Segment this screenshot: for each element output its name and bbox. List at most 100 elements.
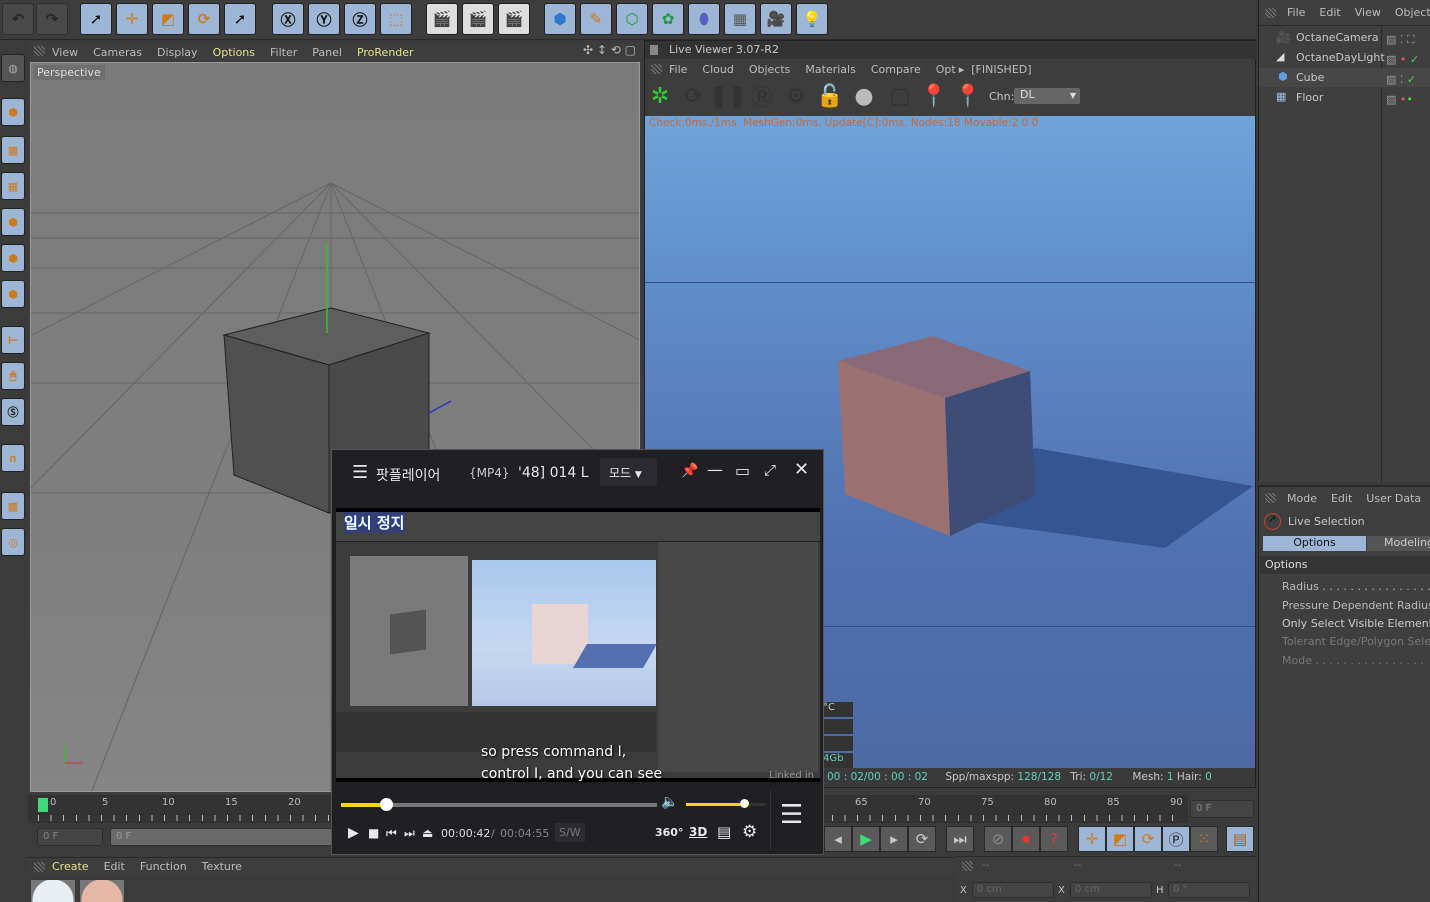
play-icon[interactable]: ▶ xyxy=(852,826,880,852)
obj-menu-view[interactable]: View xyxy=(1355,6,1381,19)
mode-dropdown[interactable]: 모드 ▼ xyxy=(600,458,657,486)
seek-bar[interactable] xyxy=(341,798,657,811)
region-render-icon[interactable]: Ⓡ xyxy=(748,82,776,111)
subdivision-icon[interactable]: ⬡ xyxy=(616,3,648,35)
field-mode[interactable]: Mode . . . . . . . . . . . . . . . . xyxy=(1282,654,1424,667)
mat-menu-create[interactable]: Create xyxy=(52,860,89,873)
field-pressure-radius[interactable]: Pressure Dependent Radius. xyxy=(1282,599,1430,612)
menu-filter[interactable]: Filter xyxy=(270,46,297,59)
x-axis-icon[interactable]: Ⓧ xyxy=(272,3,304,35)
object-flags[interactable]: ▨ ⁚ ⛶ ▨ • ✓ ▨ ⁚ ✓ ▨ •• xyxy=(1386,30,1419,110)
settings-icon[interactable]: ⚙ xyxy=(782,82,810,110)
menu-view[interactable]: View xyxy=(52,46,78,59)
material-pick-icon[interactable]: 📍 xyxy=(954,82,982,110)
camera-icon[interactable]: 🎥 xyxy=(760,3,792,35)
lock-icon[interactable]: 🔓 xyxy=(816,82,844,110)
move-icon[interactable]: ✛ xyxy=(116,3,148,35)
stop-button[interactable]: ■ xyxy=(368,826,379,840)
seek-handle[interactable] xyxy=(379,798,393,811)
play-button[interactable]: ▶ xyxy=(348,825,359,841)
volume-icon[interactable]: 🔈 xyxy=(661,794,678,810)
start-frame-field[interactable]: 0 F xyxy=(37,828,103,846)
axis-icon[interactable]: ⊢ xyxy=(1,326,25,354)
redo-icon[interactable]: ↷ xyxy=(36,3,68,35)
key-position-icon[interactable]: ✛ xyxy=(1078,826,1106,852)
tweak-icon[interactable]: 🖱 xyxy=(1,362,25,390)
volume-bar[interactable] xyxy=(686,799,766,808)
lv-menu-compare[interactable]: Compare xyxy=(871,63,921,76)
live-selection-icon[interactable]: ➚ xyxy=(80,3,112,35)
make-editable-icon[interactable]: ◍ xyxy=(1,54,25,82)
object-cube[interactable]: Cube xyxy=(1296,71,1324,84)
floor-icon[interactable]: ▦ xyxy=(724,3,756,35)
clay-mode-icon[interactable]: ▢ xyxy=(886,82,914,110)
obj-menu-edit[interactable]: Edit xyxy=(1319,6,1340,19)
workplane-grid-icon[interactable]: ◎ xyxy=(1,528,25,556)
polygons-mode-icon[interactable]: ⬢ xyxy=(1,280,25,308)
end-frame-field[interactable]: 0 F xyxy=(1190,800,1254,818)
frame-slider[interactable]: 0 F xyxy=(110,828,335,846)
record-keys-icon[interactable]: ⊘ xyxy=(984,826,1012,852)
minimize-icon[interactable]: — xyxy=(707,460,723,479)
octane-start-icon[interactable]: ✲ xyxy=(646,82,674,110)
render-settings-icon[interactable]: 🎬 xyxy=(498,3,530,35)
scale-icon[interactable]: ◩ xyxy=(152,3,184,35)
pin-icon[interactable]: 📌 xyxy=(681,463,698,479)
attr-menu-userdata[interactable]: User Data xyxy=(1366,492,1421,505)
cube-icon[interactable]: ⬢ xyxy=(544,3,576,35)
render-picture-icon[interactable]: 🎬 xyxy=(462,3,494,35)
model-mode-icon[interactable]: ⬢ xyxy=(1,98,25,126)
chevron-right-icon[interactable]: ▸ xyxy=(959,63,965,76)
menu-prorender[interactable]: ProRender xyxy=(357,46,414,59)
position-x-field[interactable]: 0 cm xyxy=(972,882,1054,898)
magnet-icon[interactable]: ∩ xyxy=(1,444,25,472)
deformer-icon[interactable]: ⬮ xyxy=(688,3,720,35)
rotation-h-field[interactable]: 0 ° xyxy=(1168,882,1250,898)
material-pink[interactable] xyxy=(80,880,124,902)
maximize-icon[interactable]: ▭ xyxy=(735,461,750,480)
edges-mode-icon[interactable]: ⬢ xyxy=(1,244,25,272)
playlist-icon[interactable]: ☰ xyxy=(780,800,803,830)
lv-menu-file[interactable]: File xyxy=(669,63,687,76)
video-area[interactable]: 일시 정지 so press command I, control I, and… xyxy=(336,508,820,782)
size-x-field[interactable]: 0 cm xyxy=(1070,882,1152,898)
points-mode-icon[interactable]: ⬢ xyxy=(1,208,25,236)
next-button[interactable]: ⏭ xyxy=(404,826,415,841)
lv-menu-opt[interactable]: Opt xyxy=(936,63,956,76)
rotate-icon[interactable]: ⟳ xyxy=(188,3,220,35)
attr-menu-edit[interactable]: Edit xyxy=(1331,492,1352,505)
object-octanecamera[interactable]: OctaneCamera xyxy=(1296,31,1379,44)
settings-icon[interactable]: ⚙ xyxy=(742,822,757,842)
obj-menu-file[interactable]: File xyxy=(1287,6,1305,19)
texture-mode-icon[interactable]: ▩ xyxy=(1,136,25,164)
mat-menu-function[interactable]: Function xyxy=(140,860,187,873)
volume-handle[interactable] xyxy=(739,799,749,808)
attr-menu-mode[interactable]: Mode xyxy=(1287,492,1317,505)
menu-cameras[interactable]: Cameras xyxy=(93,46,142,59)
prev-key-icon[interactable]: ◂ xyxy=(824,826,852,852)
lv-menu-cloud[interactable]: Cloud xyxy=(702,63,733,76)
help-icon[interactable]: ? xyxy=(1040,826,1068,852)
eject-button[interactable]: ⏏ xyxy=(422,826,433,840)
lv-menu-materials[interactable]: Materials xyxy=(805,63,855,76)
autokey-icon[interactable]: ⏺ xyxy=(1012,826,1040,852)
snap-icon[interactable]: Ⓢ xyxy=(1,398,25,426)
3d-button[interactable]: 3D xyxy=(689,825,707,839)
next-key-icon[interactable]: ▸ xyxy=(880,826,908,852)
z-axis-icon[interactable]: Ⓩ xyxy=(344,3,376,35)
object-octanedaylight[interactable]: OctaneDayLight xyxy=(1296,51,1385,64)
360-button[interactable]: 360° xyxy=(655,826,683,839)
key-scale-icon[interactable]: ◩ xyxy=(1106,826,1134,852)
key-rotation-icon[interactable]: ⟳ xyxy=(1134,826,1162,852)
sw-decoder-button[interactable]: S/W xyxy=(555,823,585,842)
focus-pick-icon[interactable]: 📍 xyxy=(920,82,948,110)
workplane-icon[interactable]: ▦ xyxy=(1,172,25,200)
menu-display[interactable]: Display xyxy=(157,46,198,59)
tab-modeling[interactable]: Modeling xyxy=(1367,536,1430,551)
undo-icon[interactable]: ↶ xyxy=(2,3,34,35)
cloner-icon[interactable]: ✿ xyxy=(652,3,684,35)
material-white[interactable] xyxy=(31,880,75,902)
render-view-icon[interactable]: 🎬 xyxy=(426,3,458,35)
light-icon[interactable]: 💡 xyxy=(796,3,828,35)
previous-button[interactable]: ⏮ xyxy=(386,826,397,841)
